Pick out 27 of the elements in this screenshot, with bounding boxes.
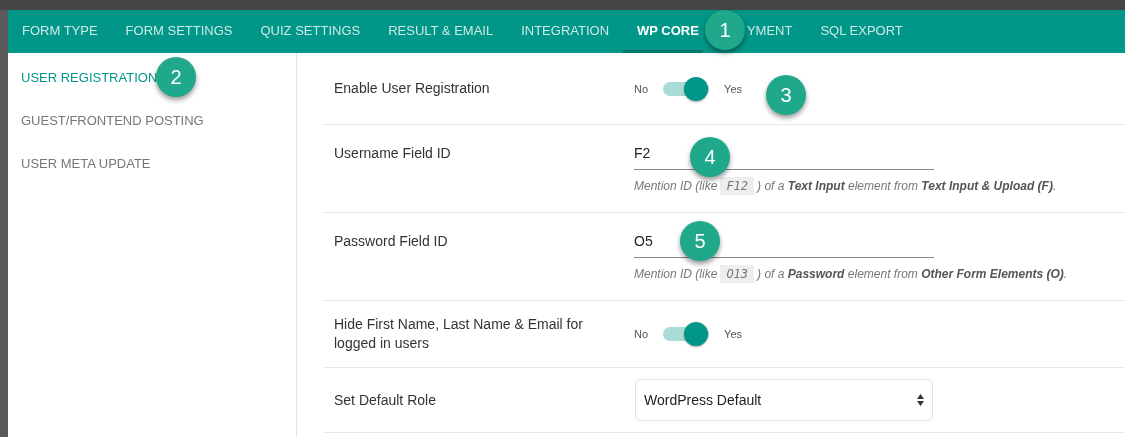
- tab[interactable]: FORM SETTINGS: [111, 10, 247, 53]
- example-id: F12: [720, 177, 755, 195]
- help-text: ) of a Password element from Other Form Elements (O).: [757, 267, 1068, 281]
- setting-label: Enable User Registration: [334, 79, 491, 98]
- setting-label: Hide First Name, Last Name & Email for logged in users: [334, 315, 584, 353]
- sidebar-item[interactable]: GUEST/FRONTEND POSTING: [8, 99, 296, 142]
- setting-label: Password Field ID: [334, 232, 449, 251]
- tab[interactable]: WP CORE: [623, 10, 703, 53]
- help-text: Mention ID (like: [634, 267, 718, 281]
- setting-label: Username Field ID: [334, 144, 452, 163]
- role-dropdown[interactable]: WordPress Default: [635, 379, 933, 421]
- tab[interactable]: SQL EXPORT: [806, 10, 917, 53]
- tab[interactable]: INTEGRATION: [507, 10, 624, 53]
- yes-label: Yes: [724, 328, 742, 340]
- tab[interactable]: FORM TYPE: [8, 10, 112, 53]
- no-label: No: [634, 82, 649, 95]
- sidebar-item[interactable]: USER META UPDATE: [8, 142, 296, 185]
- tab[interactable]: RESULT & EMAIL: [374, 10, 508, 53]
- sort-arrows-icon: [917, 394, 924, 406]
- yes-label: Yes: [724, 82, 742, 95]
- help-text: ) of a Text Input element from Text Input & Upload (F).: [757, 179, 1057, 193]
- no-label: No: [634, 328, 649, 340]
- example-id: O13: [720, 265, 755, 283]
- setting-label: Set Default Role: [334, 390, 437, 410]
- tab[interactable]: YMENT: [746, 10, 807, 53]
- tab[interactable]: QUIZ SETTINGS: [246, 10, 375, 53]
- help-text: Mention ID (like: [634, 179, 718, 193]
